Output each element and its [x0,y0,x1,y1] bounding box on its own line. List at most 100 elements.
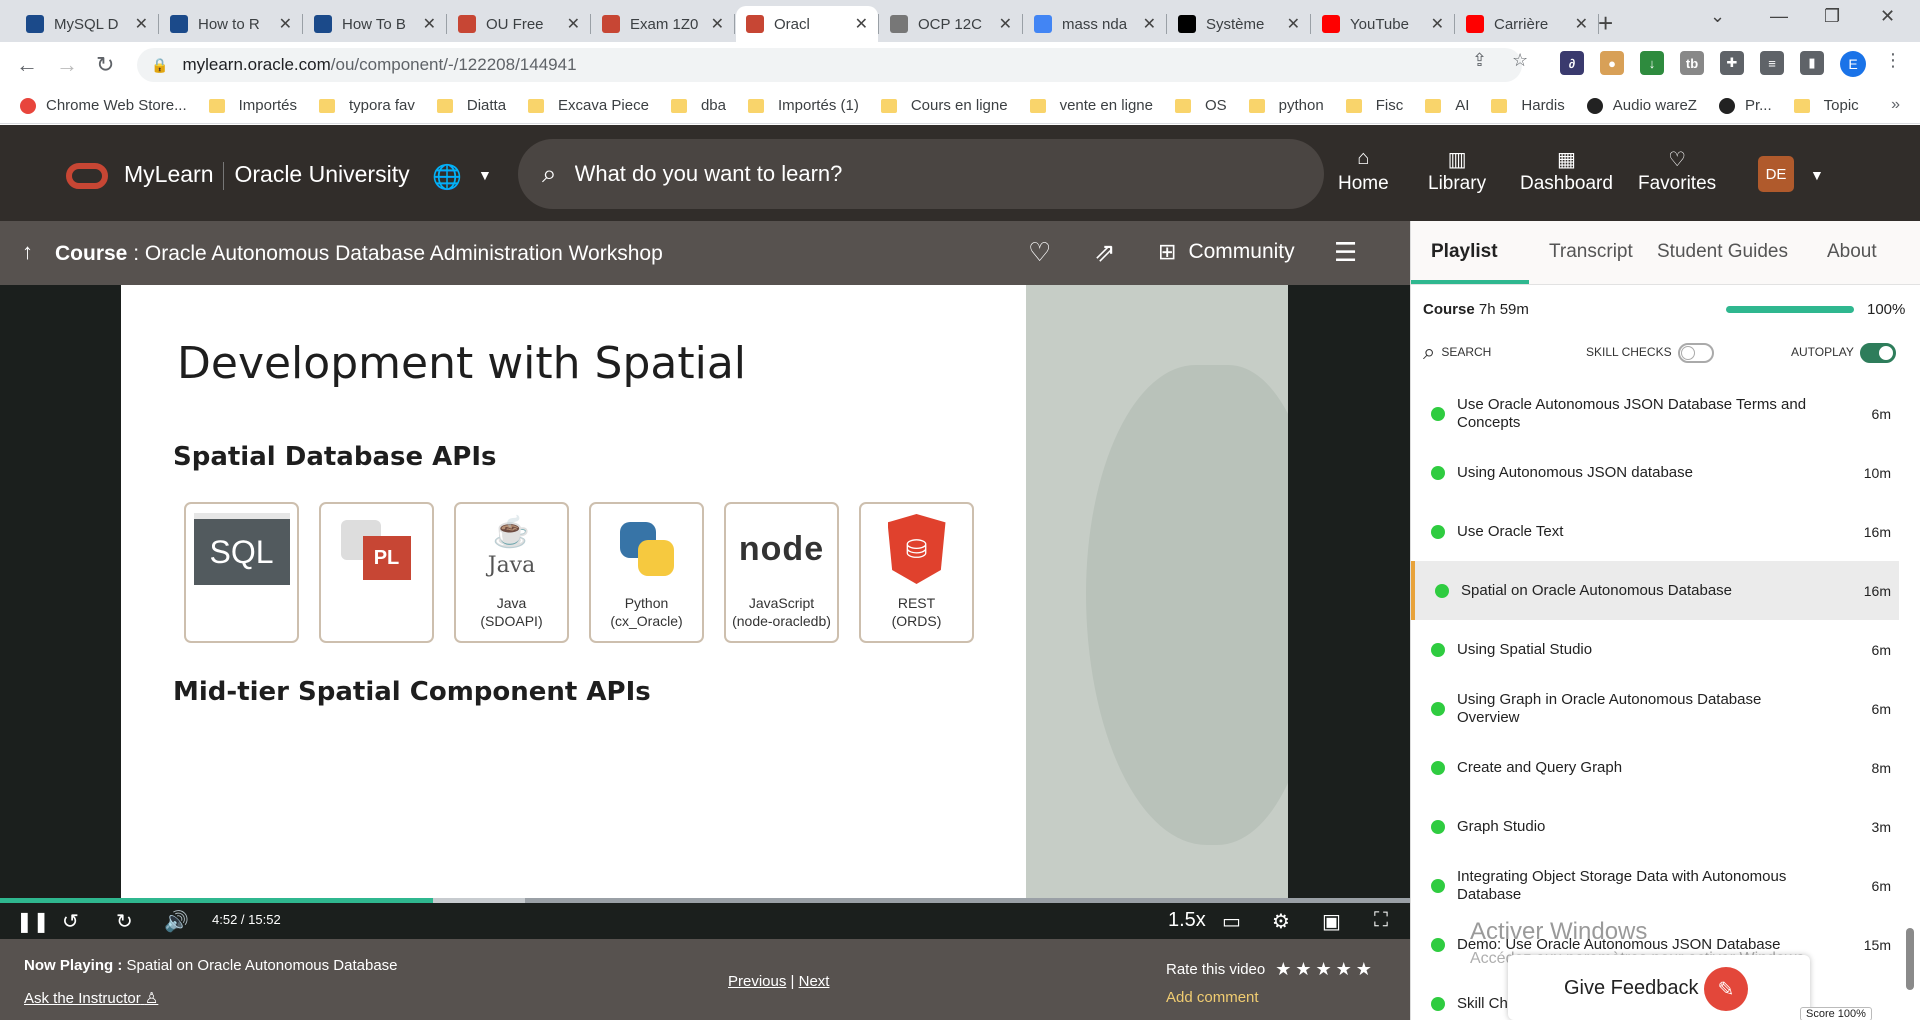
site-search-input[interactable] [574,161,1275,187]
arrow-up-icon[interactable]: ↑ [22,239,33,265]
url-text[interactable]: mylearn.oracle.com/ou/component/-/122208… [182,55,576,75]
picture-in-picture-icon[interactable]: ▣ [1322,909,1341,934]
tab-about[interactable]: About [1827,241,1877,263]
close-tab-icon[interactable]: ✕ [999,14,1012,34]
tab-playlist[interactable]: Playlist [1431,241,1498,263]
nav-favorites[interactable]: ♡ Favorites [1638,147,1716,195]
captions-icon[interactable]: ▭ [1222,909,1241,934]
close-tab-icon[interactable]: ✕ [1287,14,1300,34]
bookmark-item[interactable]: vente en ligne [1029,97,1153,114]
site-search[interactable]: ⌕ [518,139,1324,209]
volume-icon[interactable]: 🔊 [164,909,189,934]
close-tab-icon[interactable]: ✕ [135,14,148,34]
nav-dashboard[interactable]: ▦ Dashboard [1520,147,1613,195]
playlist-toggle-icon[interactable]: ☰ [1334,237,1357,268]
playlist-item[interactable]: Create and Query Graph 8m [1411,738,1899,797]
restore-icon[interactable]: ❐ [1824,6,1840,27]
minimize-icon[interactable]: — [1770,6,1788,27]
rating-stars[interactable]: ★★★★★ [1275,959,1376,980]
playlist-item[interactable]: Use Oracle Text 16m [1411,502,1899,561]
playlist-item[interactable]: Using Graph in Oracle Autonomous Databas… [1411,679,1899,738]
playlist-search[interactable]: ⌕ SEARCH [1423,339,1491,365]
close-tab-icon[interactable]: ✕ [567,14,580,34]
bookmark-item[interactable]: Pr... [1718,97,1772,114]
browser-tab[interactable]: Carrière ✕ [1456,6,1599,42]
playlist-item[interactable]: Using Spatial Studio 6m [1411,620,1899,679]
side-panel-icon[interactable]: ▮ [1800,51,1824,75]
browser-tab[interactable]: How To B ✕ [304,6,447,42]
browser-tab[interactable]: mass nda ✕ [1024,6,1167,42]
playlist-scrollbar[interactable] [1906,928,1914,990]
user-avatar[interactable]: DE [1758,156,1794,192]
fullscreen-icon[interactable]: ⛶ [1374,909,1388,932]
playlist-item[interactable]: Use Oracle Autonomous JSON Database Term… [1411,384,1899,443]
favorite-heart-icon[interactable]: ♡ [1028,237,1051,268]
nav-home[interactable]: ⌂ Home [1338,147,1389,195]
bookmark-item[interactable]: AI [1425,97,1469,114]
next-link[interactable]: Next [799,973,830,990]
bookmark-item[interactable]: typora fav [318,97,415,114]
previous-link[interactable]: Previous [728,973,786,990]
close-tab-icon[interactable]: ✕ [423,14,436,34]
site-brand[interactable]: MyLearn Oracle University [124,161,410,190]
bookmark-item[interactable]: dba [670,97,726,114]
close-tab-icon[interactable]: ✕ [1575,14,1588,34]
skill-checks-switch[interactable] [1677,343,1714,363]
autoplay-switch[interactable] [1859,343,1896,363]
reload-icon[interactable]: ↻ [96,52,114,78]
nav-library[interactable]: ▥ Library [1428,147,1486,195]
browser-tab[interactable]: YouTube ✕ [1312,6,1455,42]
bookmark-item[interactable]: Hardis [1491,97,1565,114]
tb-extension-icon[interactable]: tb [1680,51,1704,75]
close-window-icon[interactable]: ✕ [1880,6,1895,27]
close-tab-icon[interactable]: ✕ [279,14,292,34]
playback-speed[interactable]: 1.5x [1168,909,1206,932]
video-player[interactable]: Development with Spatial Spatial Databas… [0,285,1410,939]
autoplay-toggle[interactable]: AUTOPLAY [1791,343,1896,363]
playlist-item[interactable]: Integrating Object Storage Data with Aut… [1411,856,1899,915]
skill-checks-toggle[interactable]: SKILL CHECKS [1586,343,1714,363]
bookmark-item[interactable]: Cours en ligne [880,97,1008,114]
bookmark-item[interactable]: Diatta [436,97,506,114]
search-icon[interactable]: ⌕ [542,158,557,190]
tab-transcript[interactable]: Transcript [1549,241,1633,263]
browser-tab[interactable]: Exam 1Z0 ✕ [592,6,735,42]
rewind-10-icon[interactable]: ↺ [62,909,79,934]
bookmark-item[interactable]: Fisc [1345,97,1403,114]
cookie-extension-icon[interactable]: ● [1600,51,1624,75]
playlist-item-current[interactable]: Spatial on Oracle Autonomous Database 16m [1411,561,1899,620]
give-feedback-widget[interactable]: Give Feedback ✎ [1508,955,1810,1020]
tab-student-guides[interactable]: Student Guides [1657,241,1788,263]
close-tab-icon[interactable]: ✕ [855,14,868,34]
tab-search-icon[interactable]: ⌄ [1710,6,1725,27]
user-menu-caret-icon[interactable]: ▼ [1810,167,1824,183]
bookmark-item[interactable]: Importés [208,97,297,114]
settings-gear-icon[interactable]: ⚙ [1272,909,1290,934]
ask-instructor-link[interactable]: Ask the Instructor ♙ [24,989,158,1007]
reading-list-icon[interactable]: ≡ [1760,51,1784,75]
browser-tab[interactable]: OCP 12C ✕ [880,6,1023,42]
bookmark-item[interactable]: Excava Piece [528,97,649,114]
oracle-logo[interactable] [66,163,108,189]
pause-icon[interactable]: ❚❚ [16,909,50,934]
close-tab-icon[interactable]: ✕ [1143,14,1156,34]
bookmark-item[interactable]: Topic [1793,97,1859,114]
language-caret-icon[interactable]: ▼ [478,167,492,183]
url-bar[interactable]: 🔒 mylearn.oracle.com/ou/component/-/1222… [137,48,1522,82]
lock-icon[interactable]: 🔒 [151,57,168,74]
community-button[interactable]: ⊞ Community [1158,239,1295,265]
close-tab-icon[interactable]: ✕ [1431,14,1444,34]
browser-tab[interactable]: Système ✕ [1168,6,1311,42]
share-icon[interactable]: ⇪ [1472,50,1487,71]
bookmark-item[interactable]: Audio wareZ [1586,97,1697,114]
bookmark-item[interactable]: python [1248,97,1324,114]
bookmark-star-icon[interactable]: ☆ [1512,50,1528,71]
share-course-icon[interactable]: ⇗ [1094,237,1116,268]
browser-tab[interactable]: Oracl ✕ [736,6,879,42]
bookmark-item[interactable]: OS [1174,97,1227,114]
bookmark-item[interactable]: Chrome Web Store... [20,97,187,114]
playlist-item[interactable]: Using Autonomous JSON database 10m [1411,443,1899,502]
forward-icon[interactable]: → [56,52,78,78]
playlist-item[interactable]: Graph Studio 3m [1411,797,1899,856]
bookmark-item[interactable]: Importés (1) [747,97,859,114]
